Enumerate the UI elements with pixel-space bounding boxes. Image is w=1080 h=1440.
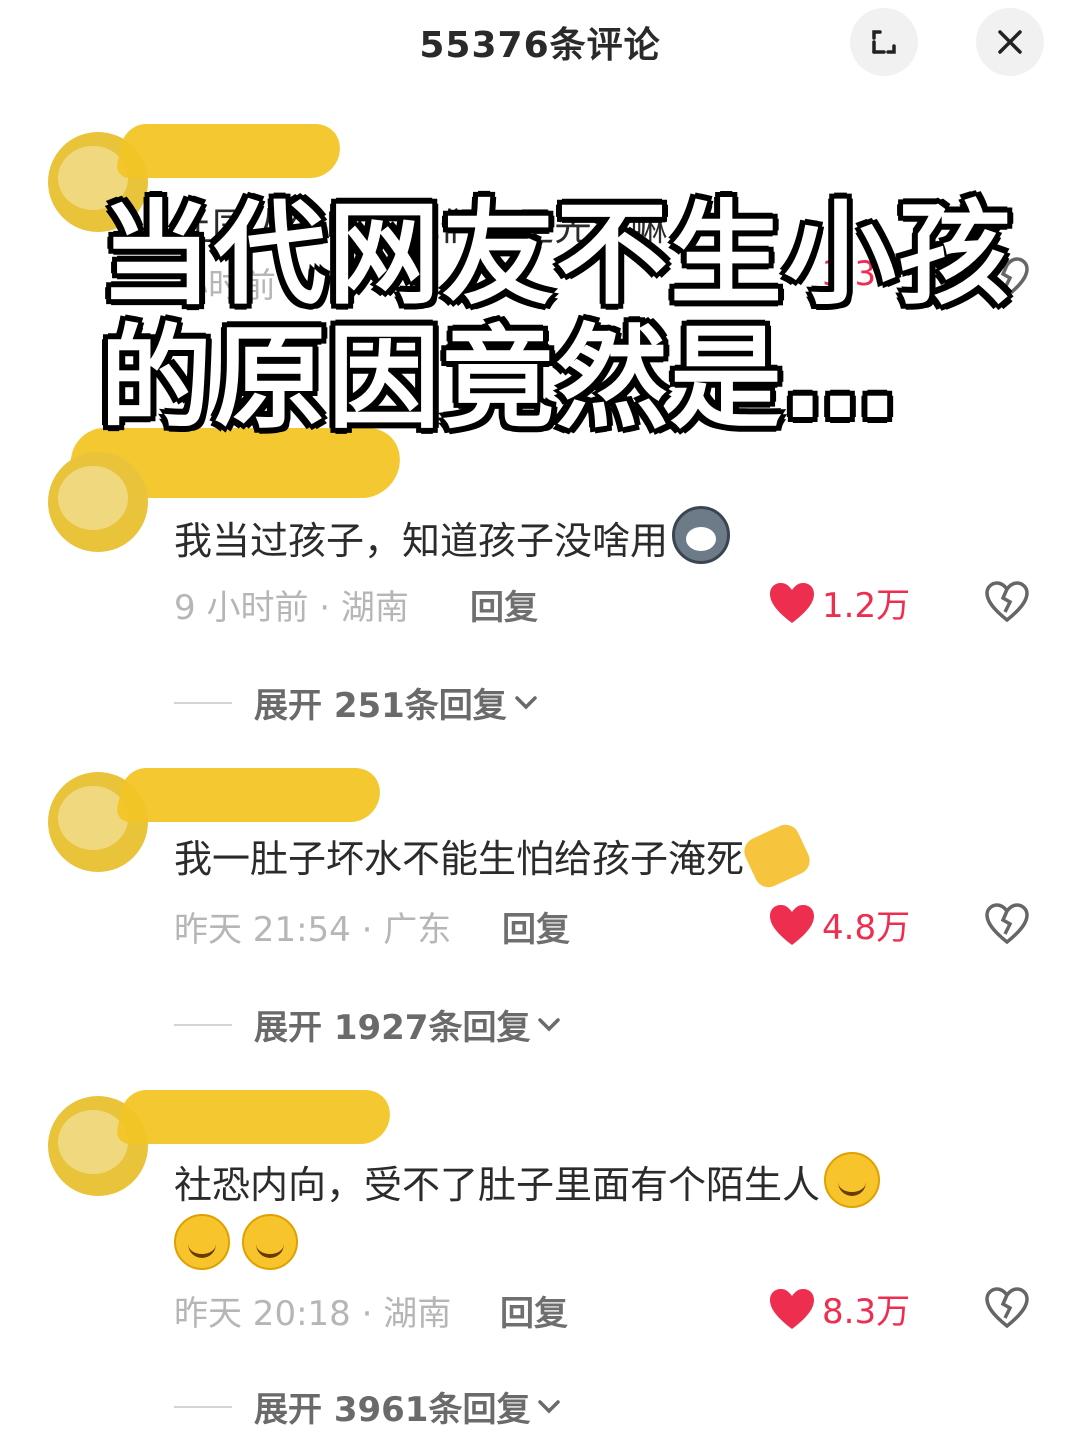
like-count: 4.8万 [822, 908, 911, 948]
dislike-icon[interactable] [984, 1286, 1030, 1330]
smirk-emoji [174, 1214, 230, 1270]
comment-meta: 昨天 20:18 · 湖南 [174, 1294, 452, 1334]
comment-count-title: 55376条评论 [419, 25, 661, 66]
like-button[interactable]: 8.3万 [768, 1284, 910, 1333]
chevron-down-icon [515, 695, 537, 709]
pointing-hand-emoji [739, 820, 815, 892]
chevron-down-icon [538, 1399, 561, 1413]
reply-button[interactable]: 回复 [500, 1286, 568, 1335]
comment-text-emoji-line [174, 1214, 298, 1278]
username-redacted [114, 1090, 396, 1144]
expand-replies-label: 展开 251条回复 [254, 686, 507, 726]
expand-replies-label: 展开 1927条回复 [254, 1008, 531, 1048]
comment-meta: 9 小时前 · 湖南 [174, 588, 409, 628]
expand-replies-button[interactable]: 展开 251条回复 [174, 678, 541, 727]
reply-button[interactable]: 回复 [502, 902, 570, 951]
husky-emoji [672, 506, 731, 564]
expand-replies-button[interactable]: 展开 1927条回复 [174, 1000, 564, 1049]
close-icon [998, 30, 1022, 54]
like-count: 1.2万 [822, 586, 911, 626]
username-redacted [114, 124, 346, 178]
like-button[interactable]: 4.8万 [768, 900, 910, 949]
comment-text: 我当过孩子，知道孩子没啥用 [174, 506, 731, 572]
chevron-down-icon [538, 1017, 561, 1031]
heart-icon [770, 1288, 814, 1329]
expand-icon [872, 30, 896, 54]
heart-icon [770, 582, 814, 623]
reply-button[interactable]: 回复 [470, 580, 538, 629]
close-button[interactable] [976, 8, 1044, 76]
like-count: 8.3万 [822, 1292, 911, 1332]
heart-icon [770, 904, 814, 945]
divider [174, 701, 232, 704]
dislike-icon[interactable] [984, 902, 1030, 946]
expand-replies-button[interactable]: 展开 3961条回复 [174, 1382, 564, 1431]
like-button[interactable]: 1.2万 [768, 578, 910, 627]
username-redacted [114, 768, 386, 822]
expand-replies-label: 展开 3961条回复 [254, 1390, 531, 1430]
divider [174, 1405, 232, 1408]
expand-button[interactable] [850, 8, 918, 76]
headline-line-2: 的原因竟然是… [100, 314, 898, 444]
comment-text: 我一肚子坏水不能生怕给孩子淹死 [174, 820, 815, 892]
comment-text: 社恐内向，受不了肚子里面有个陌生人 [174, 1152, 881, 1216]
smirk-emoji [824, 1152, 881, 1208]
headline-line-1: 当代网友不生小孩 [100, 190, 1012, 320]
comment-meta: 昨天 21:54 · 广东 [174, 910, 452, 950]
headline-overlay: 当代网友不生小孩 的原因竟然是… [100, 196, 1010, 444]
smirk-emoji [242, 1214, 298, 1270]
avatar[interactable] [48, 452, 148, 552]
dislike-icon[interactable] [984, 580, 1030, 624]
comments-header: 55376条评论 [0, 0, 1080, 84]
divider [174, 1023, 232, 1026]
